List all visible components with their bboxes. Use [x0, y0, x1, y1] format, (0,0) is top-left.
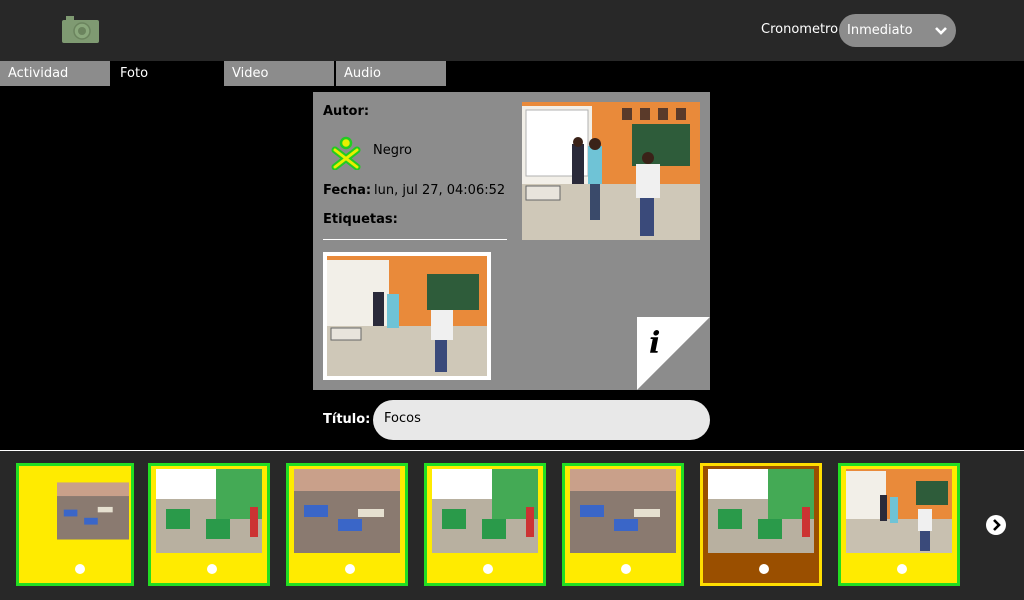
photo-thumbnail: [327, 256, 487, 376]
author-label: Autor:: [323, 104, 370, 119]
thumbnail-image: [57, 482, 129, 540]
thumbnail-image: [846, 469, 952, 553]
thumbnail-image: [294, 469, 400, 553]
title-label: Título:: [323, 412, 371, 427]
tags-divider: [323, 239, 507, 240]
photo-preview[interactable]: [522, 102, 700, 240]
thumbnail-dot: [621, 564, 631, 574]
timer-label: Cronometro: [761, 22, 839, 37]
info-icon[interactable]: i: [637, 317, 710, 390]
toolbar: Cronometro Inmediato: [0, 0, 1024, 61]
tab-video[interactable]: Video: [224, 61, 334, 86]
date-label: Fecha:: [323, 183, 372, 198]
photo-thumbnail-frame: [323, 252, 491, 380]
thumbnail-item[interactable]: [562, 463, 684, 586]
thumbnail-dot: [345, 564, 355, 574]
tags-label: Etiquetas:: [323, 212, 398, 227]
thumbnail-dot: [207, 564, 217, 574]
tab-bar: Actividad Foto Video Audio: [0, 61, 1024, 86]
thumbnail-image: [708, 469, 814, 553]
xo-buddy-icon: [331, 136, 361, 170]
tab-activity[interactable]: Actividad: [0, 61, 110, 86]
thumbnail-dot: [483, 564, 493, 574]
tab-photo[interactable]: Foto: [112, 61, 222, 86]
thumbnail-item[interactable]: [148, 463, 270, 586]
timer-select[interactable]: Inmediato: [839, 14, 956, 47]
author-name: Negro: [373, 143, 412, 158]
thumbnail-item[interactable]: [424, 463, 546, 586]
thumbnail-image: [156, 469, 262, 553]
timer-select-value: Inmediato: [847, 23, 913, 38]
thumbnail-item[interactable]: [286, 463, 408, 586]
svg-text:i: i: [649, 326, 660, 361]
scroll-right-icon[interactable]: [986, 515, 1006, 535]
thumbnail-dot: [759, 564, 769, 574]
camera-icon[interactable]: [62, 16, 99, 43]
thumbnail-dot: [897, 564, 907, 574]
tab-audio[interactable]: Audio: [336, 61, 446, 86]
chevron-down-icon: [935, 27, 947, 35]
thumbnail-dot: [75, 564, 85, 574]
thumbnail-item-selected[interactable]: [700, 463, 822, 586]
thumbnail-item[interactable]: [838, 463, 960, 586]
date-value: lun, jul 27, 04:06:52: [374, 183, 506, 198]
title-input[interactable]: Focos: [373, 400, 710, 440]
thumbnail-image: [432, 469, 538, 553]
thumbnail-item[interactable]: [16, 463, 134, 586]
thumbnail-image: [570, 469, 676, 553]
